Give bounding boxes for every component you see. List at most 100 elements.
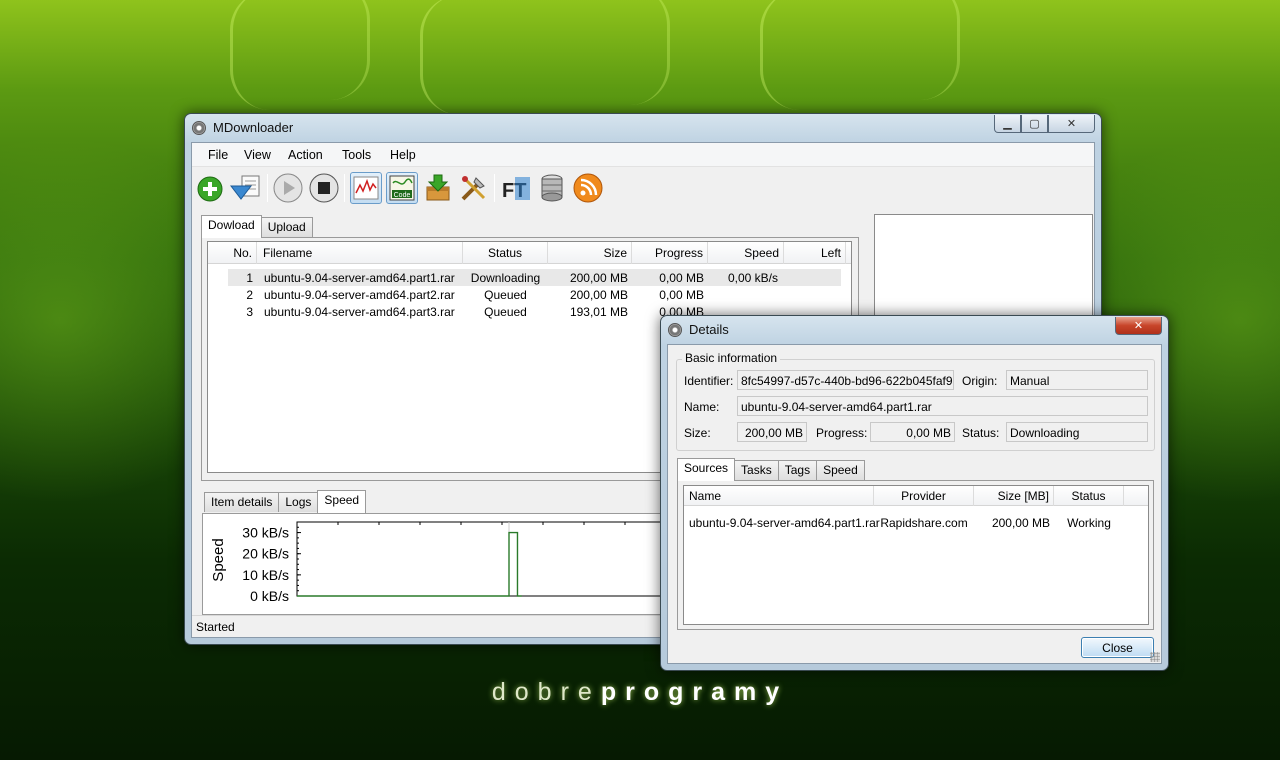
col-source-size[interactable]: Size [MB] bbox=[974, 486, 1054, 506]
tab-speed-details[interactable]: Speed bbox=[816, 460, 865, 480]
tab-upload[interactable]: Upload bbox=[260, 217, 313, 237]
details-close-window-button[interactable]: ✕ bbox=[1115, 317, 1162, 335]
status-text: Started bbox=[196, 620, 235, 634]
main-window-title: MDownloader bbox=[213, 120, 294, 135]
minimize-button[interactable]: ▁ bbox=[994, 115, 1021, 133]
menubar: File View Action Tools Help bbox=[192, 143, 1094, 167]
details-gear-icon bbox=[668, 323, 682, 337]
ft-icon: FT bbox=[502, 177, 530, 202]
wallpaper-swirl bbox=[900, 0, 960, 100]
start-button[interactable] bbox=[272, 172, 304, 204]
speed-graph-button[interactable] bbox=[350, 172, 382, 204]
rss-button[interactable] bbox=[572, 172, 604, 204]
stop-button[interactable] bbox=[308, 172, 340, 204]
source-name: ubuntu-9.04-server-amd64.part1.rar bbox=[689, 516, 880, 530]
row-filename: ubuntu-9.04-server-amd64.part3.rar bbox=[264, 305, 455, 319]
tools-button[interactable] bbox=[458, 172, 490, 204]
tab-tasks[interactable]: Tasks bbox=[734, 460, 779, 480]
resize-grip[interactable] bbox=[1150, 652, 1160, 662]
table-row[interactable]: 1 ubuntu-9.04-server-amd64.part1.rar Dow… bbox=[228, 269, 841, 286]
tab-download[interactable]: Dowload bbox=[201, 215, 262, 238]
row-size: 193,01 MB bbox=[569, 305, 628, 319]
row-status: Queued bbox=[484, 305, 527, 319]
database-button[interactable] bbox=[536, 172, 568, 204]
col-no[interactable]: No. bbox=[208, 242, 257, 264]
col-source-name[interactable]: Name bbox=[684, 486, 874, 506]
speed-graph-icon bbox=[353, 176, 379, 200]
main-caption-buttons: ▁ ▢ ✕ bbox=[994, 115, 1095, 134]
code-icon-text: Code bbox=[394, 192, 411, 199]
col-filename[interactable]: Filename bbox=[258, 242, 463, 264]
menu-action[interactable]: Action bbox=[288, 148, 323, 162]
tab-sources[interactable]: Sources bbox=[677, 458, 736, 481]
chart-ytick-label: 20 kB/s bbox=[242, 546, 289, 562]
tab-logs[interactable]: Logs bbox=[278, 492, 319, 512]
menu-help[interactable]: Help bbox=[390, 148, 416, 162]
code-button[interactable]: Code bbox=[386, 172, 418, 204]
row-status: Downloading bbox=[470, 271, 541, 285]
details-tabs: Sources Tasks Tags Speed bbox=[677, 458, 865, 481]
import-button[interactable] bbox=[229, 172, 262, 204]
wallpaper-swirl bbox=[230, 0, 290, 110]
row-no: 2 bbox=[246, 288, 253, 302]
tab-speed[interactable]: Speed bbox=[317, 490, 367, 513]
menu-view[interactable]: View bbox=[244, 148, 271, 162]
download-box-button[interactable] bbox=[422, 172, 454, 204]
col-status[interactable]: Status bbox=[463, 242, 548, 264]
name-field[interactable]: ubuntu-9.04-server-amd64.part1.rar bbox=[737, 396, 1148, 416]
name-label: Name: bbox=[684, 400, 720, 414]
chart-ytick-label: 10 kB/s bbox=[242, 567, 289, 583]
col-size[interactable]: Size bbox=[548, 242, 632, 264]
toolbar-separator bbox=[267, 174, 268, 202]
chart-ytick-label: 30 kB/s bbox=[242, 525, 289, 541]
details-client: Basic information Identifier: 8fc54997-d… bbox=[667, 344, 1162, 664]
toolbar-separator bbox=[494, 174, 495, 202]
progress-field[interactable]: 0,00 MB bbox=[870, 422, 955, 442]
tab-item-details[interactable]: Item details bbox=[204, 492, 280, 512]
wallpaper-brand: dobreprogramy bbox=[0, 678, 1280, 707]
row-status: Queued bbox=[484, 288, 527, 302]
menu-file[interactable]: File bbox=[208, 148, 228, 162]
col-speed[interactable]: Speed bbox=[708, 242, 784, 264]
progress-label: Progress: bbox=[816, 426, 868, 440]
app-gear-icon bbox=[192, 121, 206, 135]
size-field[interactable]: 200,00 MB bbox=[737, 422, 807, 442]
brand-bold: programy bbox=[600, 678, 789, 706]
close-button[interactable]: Close bbox=[1081, 637, 1154, 658]
menu-tools[interactable]: Tools bbox=[342, 148, 371, 162]
col-left[interactable]: Left bbox=[784, 242, 846, 264]
wallpaper-swirl bbox=[760, 0, 820, 110]
toolbar-separator bbox=[344, 174, 345, 202]
chart-ytick-label: 0 kB/s bbox=[250, 588, 289, 604]
row-speed: 0,00 kB/s bbox=[727, 271, 778, 285]
table-row[interactable]: 2 ubuntu-9.04-server-amd64.part2.rar Que… bbox=[228, 286, 841, 303]
wallpaper-swirl bbox=[310, 0, 370, 100]
maximize-button[interactable]: ▢ bbox=[1021, 115, 1048, 133]
bottom-tabs: Item details Logs Speed bbox=[204, 490, 367, 513]
close-window-button[interactable]: ✕ bbox=[1048, 115, 1095, 133]
grid-header: No. Filename Status Size Progress Speed … bbox=[208, 242, 851, 264]
row-filename: ubuntu-9.04-server-amd64.part1.rar bbox=[264, 271, 455, 285]
add-download-button[interactable] bbox=[196, 172, 228, 204]
wallpaper-swirl bbox=[610, 0, 670, 105]
col-progress[interactable]: Progress bbox=[632, 242, 708, 264]
main-titlebar[interactable]: MDownloader ▁ ▢ ✕ bbox=[185, 114, 1101, 142]
chart-ylabel: Speed bbox=[210, 538, 227, 581]
ft-button[interactable]: FT bbox=[500, 172, 532, 204]
tools-icon bbox=[461, 176, 486, 201]
list-item[interactable]: ubuntu-9.04-server-amd64.part1.rar Rapid… bbox=[684, 514, 1148, 531]
col-source-status[interactable]: Status bbox=[1054, 486, 1124, 506]
close-icon: ✕ bbox=[1066, 118, 1077, 130]
details-titlebar[interactable]: Details ✕ bbox=[661, 316, 1168, 344]
row-size: 200,00 MB bbox=[569, 271, 628, 285]
add-icon bbox=[197, 176, 223, 202]
tab-tags[interactable]: Tags bbox=[777, 460, 818, 480]
origin-label: Origin: bbox=[962, 374, 998, 388]
status-field[interactable]: Downloading bbox=[1006, 422, 1148, 442]
origin-field[interactable]: Manual bbox=[1006, 370, 1148, 390]
identifier-field[interactable]: 8fc54997-d57c-440b-bd96-622b045faf96 bbox=[737, 370, 954, 390]
download-box-icon bbox=[426, 174, 450, 201]
minimize-icon: ▁ bbox=[1003, 118, 1012, 130]
maximize-icon: ▢ bbox=[1029, 118, 1040, 130]
col-provider[interactable]: Provider bbox=[874, 486, 974, 506]
